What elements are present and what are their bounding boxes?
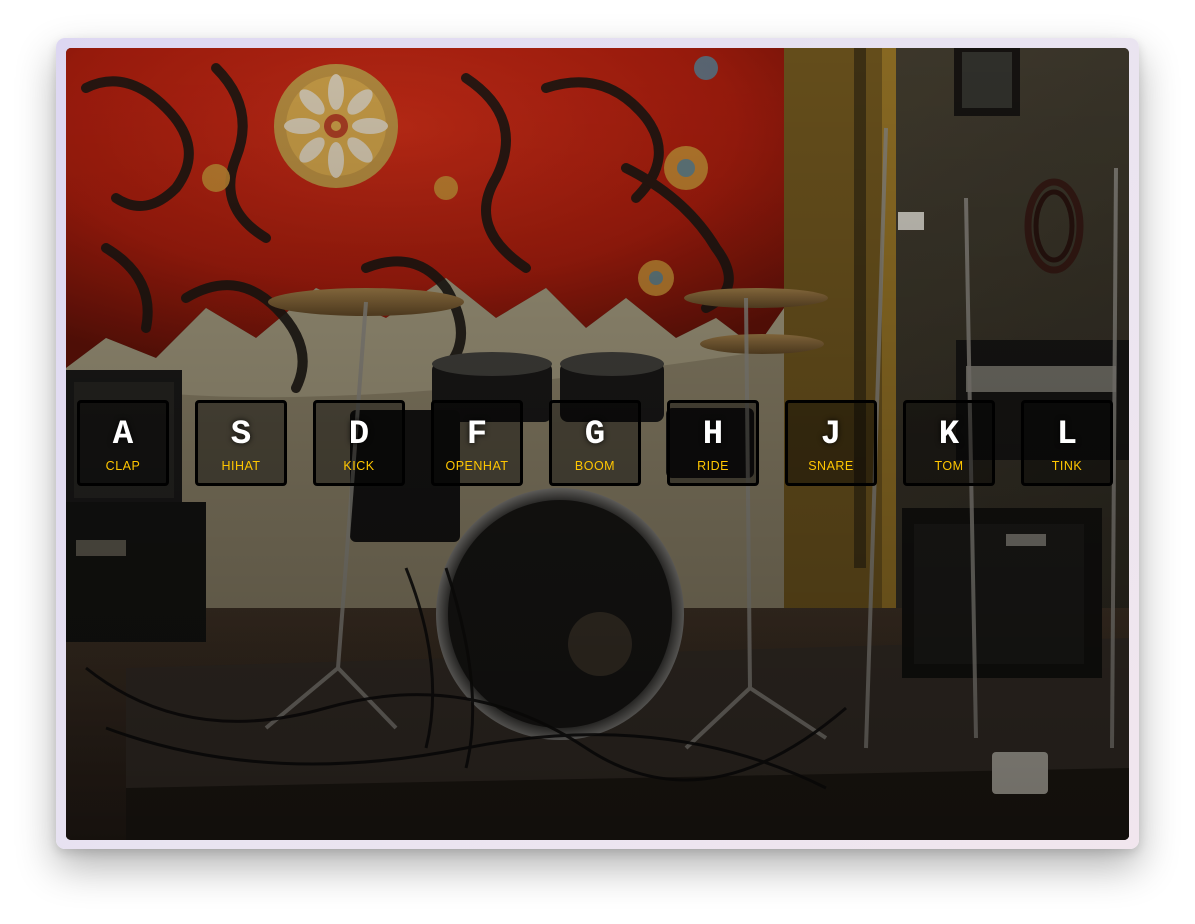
key-letter: D bbox=[348, 416, 370, 454]
key-letter: S bbox=[230, 416, 252, 454]
drum-keys: A CLAP S HIHAT D KICK F OPENHAT G BOOM H… bbox=[66, 400, 1129, 490]
key-letter: K bbox=[938, 416, 960, 454]
sound-label: TOM bbox=[934, 459, 964, 473]
key-letter: L bbox=[1056, 416, 1078, 454]
sound-label: CLAP bbox=[105, 459, 141, 473]
app-window: A CLAP S HIHAT D KICK F OPENHAT G BOOM H… bbox=[56, 38, 1139, 849]
key-letter: F bbox=[466, 416, 488, 454]
sound-label: KICK bbox=[343, 459, 375, 473]
key-ride[interactable]: H RIDE bbox=[667, 400, 759, 486]
key-kick[interactable]: D KICK bbox=[313, 400, 405, 486]
drum-kit-stage: A CLAP S HIHAT D KICK F OPENHAT G BOOM H… bbox=[66, 48, 1129, 840]
sound-label: OPENHAT bbox=[445, 459, 509, 473]
key-openhat[interactable]: F OPENHAT bbox=[431, 400, 523, 486]
key-boom[interactable]: G BOOM bbox=[549, 400, 641, 486]
key-snare[interactable]: J SNARE bbox=[785, 400, 877, 486]
key-hihat[interactable]: S HIHAT bbox=[195, 400, 287, 486]
sound-label: HIHAT bbox=[221, 459, 261, 473]
sound-label: SNARE bbox=[808, 459, 854, 473]
key-letter: G bbox=[584, 416, 606, 454]
key-clap[interactable]: A CLAP bbox=[77, 400, 169, 486]
key-tink[interactable]: L TINK bbox=[1021, 400, 1113, 486]
key-tom[interactable]: K TOM bbox=[903, 400, 995, 486]
sound-label: BOOM bbox=[574, 459, 616, 473]
sound-label: RIDE bbox=[697, 459, 729, 473]
key-letter: A bbox=[112, 416, 134, 454]
sound-label: TINK bbox=[1051, 459, 1083, 473]
key-letter: J bbox=[820, 416, 842, 454]
key-letter: H bbox=[702, 416, 724, 454]
